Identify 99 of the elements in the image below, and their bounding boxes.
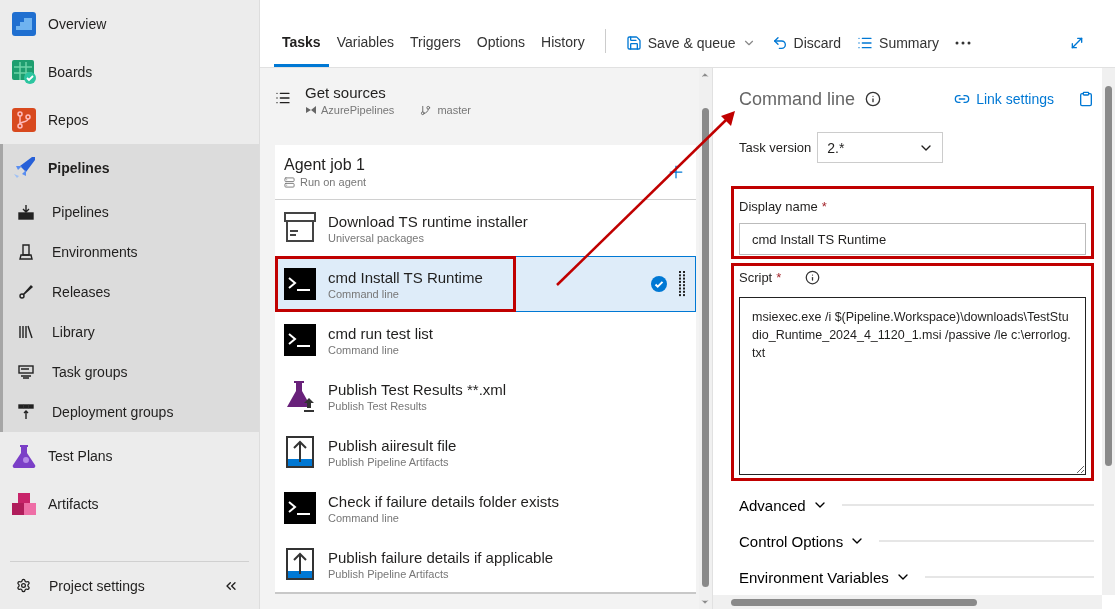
boards-icon [12,60,36,84]
info-icon[interactable] [805,269,821,285]
deploy-icon [18,404,34,420]
flask-icon [284,380,316,412]
sidebar-item[interactable]: Artifacts [0,480,259,528]
sidebar-subitem[interactable]: Deployment groups [3,392,259,432]
artifacts-icon [12,492,36,516]
branch-name: master [437,104,471,116]
sources-title: Get sources [305,84,387,101]
task-type: Command line [328,287,400,300]
task-type: Publish Pipeline Artifacts [328,455,450,468]
sidebar-item[interactable]: Overview [0,0,259,48]
info-icon[interactable] [865,91,882,108]
sidebar-label: Library [52,324,95,340]
task-type: Publish Test Results [328,399,428,412]
sidebar-item[interactable]: Boards [0,48,259,96]
sidebar-subitem[interactable]: Task groups [3,352,259,392]
flask-icon [12,444,36,468]
sidebar-item[interactable]: Test Plans [0,432,259,480]
task-version-select[interactable]: 2.* [817,132,944,164]
task-type: Universal packages [328,231,425,244]
sidebar-item[interactable]: Repos [0,96,259,144]
display-name-label: Display name * [739,198,828,216]
horizontal-scrollbar[interactable] [713,595,1102,609]
more-icon [955,41,971,45]
display-name-field[interactable]: cmd Install TS Runtime [739,223,1086,256]
project-settings-link[interactable]: Project settings [49,577,145,594]
task-name: Publish Test Results **.xml [328,380,507,398]
task-row[interactable]: cmd Install TS Runtime Command line [275,256,696,312]
clipboard-icon[interactable] [1078,91,1094,108]
repo-icon [305,105,317,115]
repo-name: AzurePipelines [321,104,395,116]
sidebar-label: Releases [52,284,111,300]
scroll-up-icon[interactable] [700,70,710,80]
sidebar-label: Pipelines [48,160,110,176]
sidebar-label: Deployment groups [52,404,174,420]
repos-icon [12,108,36,132]
package-icon [284,212,316,244]
drag-handle-icon[interactable] [679,271,685,297]
books-icon [18,324,34,340]
tab[interactable]: Triggers [402,19,469,67]
section-toggle[interactable]: Advanced [739,496,828,514]
settings-icon[interactable] [16,578,31,593]
terminal-icon [284,492,316,524]
tab[interactable]: History [533,19,593,67]
task-type: Command line [328,343,400,356]
terminal-icon [284,268,316,300]
branch-icon [420,104,432,116]
task-name: cmd Install TS Runtime [328,268,483,286]
sidebar-subitem[interactable]: Pipelines [3,192,259,232]
save-button[interactable]: Save & queue [617,19,764,67]
sidebar-label: Repos [48,112,89,128]
expand-icon [1069,35,1085,51]
section-toggle[interactable]: Control Options [739,532,866,550]
sidebar-item[interactable]: Pipelines [3,144,259,192]
discard-button[interactable]: Discard [763,19,850,67]
tab[interactable]: Options [468,19,534,67]
section-toggle[interactable]: Environment Variables [739,568,911,586]
script-label: Script * [739,266,1086,289]
pipeline-icon [18,204,34,220]
scroll-down-icon[interactable] [700,597,710,607]
sidebar-label: Artifacts [48,496,99,512]
check-icon [651,276,667,292]
sidebar-subitem[interactable]: Library [3,312,259,352]
sidebar-label: Pipelines [52,204,109,220]
required-mark: * [821,199,827,214]
panel-title: Command line [739,88,856,110]
scrollbar[interactable] [1102,68,1115,595]
task-name: Check if failure details folder exists [328,492,559,510]
upload-icon [284,436,316,468]
server-icon [284,176,295,188]
save-icon [625,35,642,51]
terminal-icon [284,324,316,356]
sidebar-subitem[interactable]: Releases [3,272,259,312]
task-name: cmd run test list [328,324,434,342]
undo-icon [771,35,788,51]
overview-icon [12,12,36,36]
task-version-label: Task version [739,140,812,156]
script-field[interactable]: msiexec.exe /i $(Pipeline.Workspace)\downloads\TestStudio_Runtime_2024_4_1120_1.msi /passive /le c:\errorlog.txt [739,297,1086,476]
task-type: Command line [328,511,400,524]
agent-job-title: Agent job 1 [284,156,366,174]
sidebar-label: Environments [52,244,138,260]
task-name: Publish failure details if applicable [328,548,554,566]
agent-job-subtitle: Run on agent [300,176,367,188]
task-name: Publish aiiresult file [328,436,457,454]
sidebar-label: Boards [48,64,93,80]
sources-icon [275,90,291,106]
summary-button[interactable]: Summary [849,19,947,67]
link-settings-link[interactable]: Link settings [954,91,1054,108]
sidebar-subitem[interactable]: Environments [3,232,259,272]
task-name: Download TS runtime installer [328,212,528,230]
sidebar-label: Overview [48,16,107,32]
upload-icon [284,548,316,580]
sidebar-label: Test Plans [48,448,113,464]
required-mark: * [776,269,782,285]
sidebar-label: Task groups [52,364,128,380]
get-sources-row[interactable]: Get sources AzurePipelines master [275,68,696,145]
tab[interactable]: Variables [328,19,402,67]
task-type: Publish Pipeline Artifacts [328,567,450,580]
